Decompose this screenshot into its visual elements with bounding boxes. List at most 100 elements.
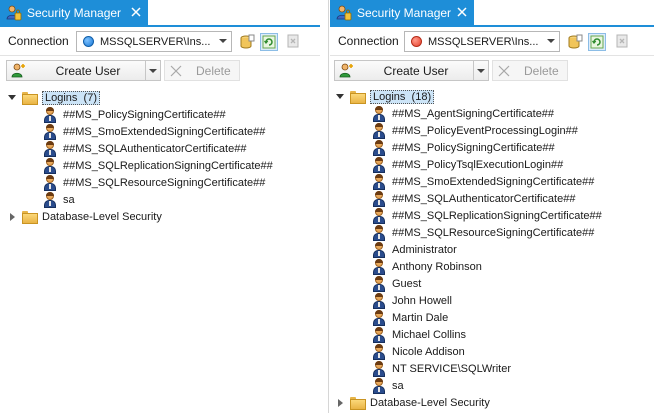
close-icon[interactable] — [456, 6, 468, 18]
folder-icon — [350, 397, 366, 410]
refresh-button[interactable] — [260, 33, 278, 51]
close-icon[interactable] — [130, 6, 142, 18]
connection-value: MSSQLSERVER\Ins... — [100, 35, 211, 48]
tree-item-login[interactable]: ##MS_PolicyEventProcessingLogin## — [372, 122, 578, 139]
chevron-down-icon[interactable] — [219, 39, 227, 43]
tree-node-logins[interactable]: Logins (7) — [8, 89, 100, 106]
tree-node-database-level-security[interactable]: Database-Level Security — [336, 394, 490, 411]
user-icon — [372, 377, 386, 394]
user-icon — [372, 122, 386, 139]
tree-item-login[interactable]: sa — [43, 191, 75, 208]
tree-item-login[interactable]: ##MS_AgentSigningCertificate## — [372, 105, 554, 122]
login-name: ##MS_SQLResourceSigningCertificate## — [63, 176, 266, 189]
disconnect-button[interactable] — [614, 33, 632, 51]
user-icon — [372, 275, 386, 292]
login-name: ##MS_AgentSigningCertificate## — [392, 107, 555, 120]
connection-status-icon — [411, 36, 422, 47]
tree-item-login[interactable]: ##MS_SQLAuthenticatorCertificate## — [372, 190, 575, 207]
login-name: John Howell — [392, 294, 452, 307]
refresh-button[interactable] — [588, 33, 606, 51]
logins-count: (18) — [411, 90, 432, 103]
chevron-down-icon[interactable] — [473, 61, 488, 80]
chevron-down-icon[interactable] — [145, 61, 160, 80]
tree-item-login[interactable]: ##MS_SQLReplicationSigningCertificate## — [43, 157, 273, 174]
expand-icon[interactable] — [336, 398, 344, 407]
tree-item-login[interactable]: John Howell — [372, 292, 452, 309]
login-name: Michael Collins — [392, 328, 466, 341]
security-tree: Logins (18) ##MS_AgentSigningCertificate… — [330, 86, 654, 413]
user-icon — [372, 224, 386, 241]
delete-button[interactable]: Delete — [164, 60, 240, 81]
tree-item-login[interactable]: Anthony Robinson — [372, 258, 482, 275]
tree-item-login[interactable]: ##MS_SmoExtendedSigningCertificate## — [43, 123, 265, 140]
tree-item-login[interactable]: ##MS_PolicySigningCertificate## — [372, 139, 555, 156]
refresh-icon — [590, 35, 604, 49]
chevron-down-icon[interactable] — [547, 39, 555, 43]
tree-item-login[interactable]: ##MS_SQLResourceSigningCertificate## — [43, 174, 265, 191]
login-name: ##MS_SQLReplicationSigningCertificate## — [63, 159, 273, 172]
user-icon — [43, 106, 57, 123]
logins-count: (7) — [83, 91, 97, 104]
create-user-button[interactable]: Create User — [6, 60, 161, 81]
tree-item-login[interactable]: ##MS_SQLReplicationSigningCertificate## — [372, 207, 602, 224]
login-name: ##MS_PolicyEventProcessingLogin## — [392, 124, 578, 137]
user-icon — [43, 140, 57, 157]
user-icon — [43, 157, 57, 174]
folder-icon — [22, 92, 38, 105]
tree-node-database-level-security[interactable]: Database-Level Security — [8, 208, 162, 225]
db-security-label: Database-Level Security — [370, 396, 490, 409]
toolbar-separator — [0, 55, 320, 56]
disconnect-icon — [287, 34, 299, 48]
connection-row: Connection MSSQLSERVER\Ins... — [330, 29, 654, 53]
tree-item-login[interactable]: Michael Collins — [372, 326, 466, 343]
create-user-button[interactable]: Create User — [334, 60, 489, 81]
refresh-icon — [262, 35, 276, 49]
user-icon — [372, 173, 386, 190]
connection-select[interactable]: MSSQLSERVER\Ins... — [76, 31, 232, 52]
collapse-icon[interactable] — [8, 94, 16, 102]
collapse-icon[interactable] — [336, 93, 344, 101]
database-open-button[interactable] — [566, 33, 584, 51]
user-icon — [372, 190, 386, 207]
create-user-label: Create User — [383, 63, 449, 78]
add-user-icon — [10, 63, 26, 79]
login-name: Guest — [392, 277, 422, 290]
login-name: NT SERVICE\SQLWriter — [392, 362, 511, 375]
login-name: ##MS_SQLReplicationSigningCertificate## — [392, 209, 602, 222]
logins-node-label: Logins (18) — [370, 89, 435, 104]
tree-item-login[interactable]: Nicole Addison — [372, 343, 465, 360]
logins-node-label: Logins (7) — [42, 90, 100, 105]
tree-node-logins[interactable]: Logins (18) — [336, 88, 435, 105]
tree-item-login[interactable]: ##MS_SmoExtendedSigningCertificate## — [372, 173, 594, 190]
security-manager-icon — [336, 5, 352, 21]
tab-strip: Security Manager — [330, 0, 654, 27]
user-actions-row: Create User Delete — [0, 58, 320, 82]
delete-button[interactable]: Delete — [492, 60, 568, 81]
user-icon — [372, 309, 386, 326]
tree-item-login[interactable]: Administrator — [372, 241, 457, 258]
database-open-icon — [240, 34, 255, 49]
connection-label: Connection — [338, 34, 399, 48]
tree-item-login[interactable]: Guest — [372, 275, 421, 292]
user-icon — [372, 156, 386, 173]
disconnect-button[interactable] — [285, 33, 303, 51]
tree-item-login[interactable]: NT SERVICE\SQLWriter — [372, 360, 511, 377]
tree-item-login[interactable]: ##MS_SQLAuthenticatorCertificate## — [43, 140, 246, 157]
database-open-button[interactable] — [238, 33, 256, 51]
connection-select[interactable]: MSSQLSERVER\Ins... — [404, 31, 560, 52]
login-name: ##MS_SmoExtendedSigningCertificate## — [63, 125, 266, 138]
tree-item-login[interactable]: ##MS_SQLResourceSigningCertificate## — [372, 224, 594, 241]
tree-item-login[interactable]: sa — [372, 377, 404, 394]
tree-item-login[interactable]: ##MS_PolicySigningCertificate## — [43, 106, 226, 123]
user-icon — [372, 105, 386, 122]
user-icon — [43, 123, 57, 140]
tree-item-login[interactable]: ##MS_PolicyTsqlExecutionLogin## — [372, 156, 563, 173]
tab-security-manager[interactable]: Security Manager — [0, 0, 148, 25]
folder-icon — [22, 211, 38, 224]
tree-item-login[interactable]: Martin Dale — [372, 309, 448, 326]
tab-security-manager[interactable]: Security Manager — [330, 0, 474, 25]
tab-strip: Security Manager — [0, 0, 320, 27]
expand-icon[interactable] — [8, 212, 16, 221]
login-name: Nicole Addison — [392, 345, 465, 358]
panel-divider — [328, 0, 329, 413]
